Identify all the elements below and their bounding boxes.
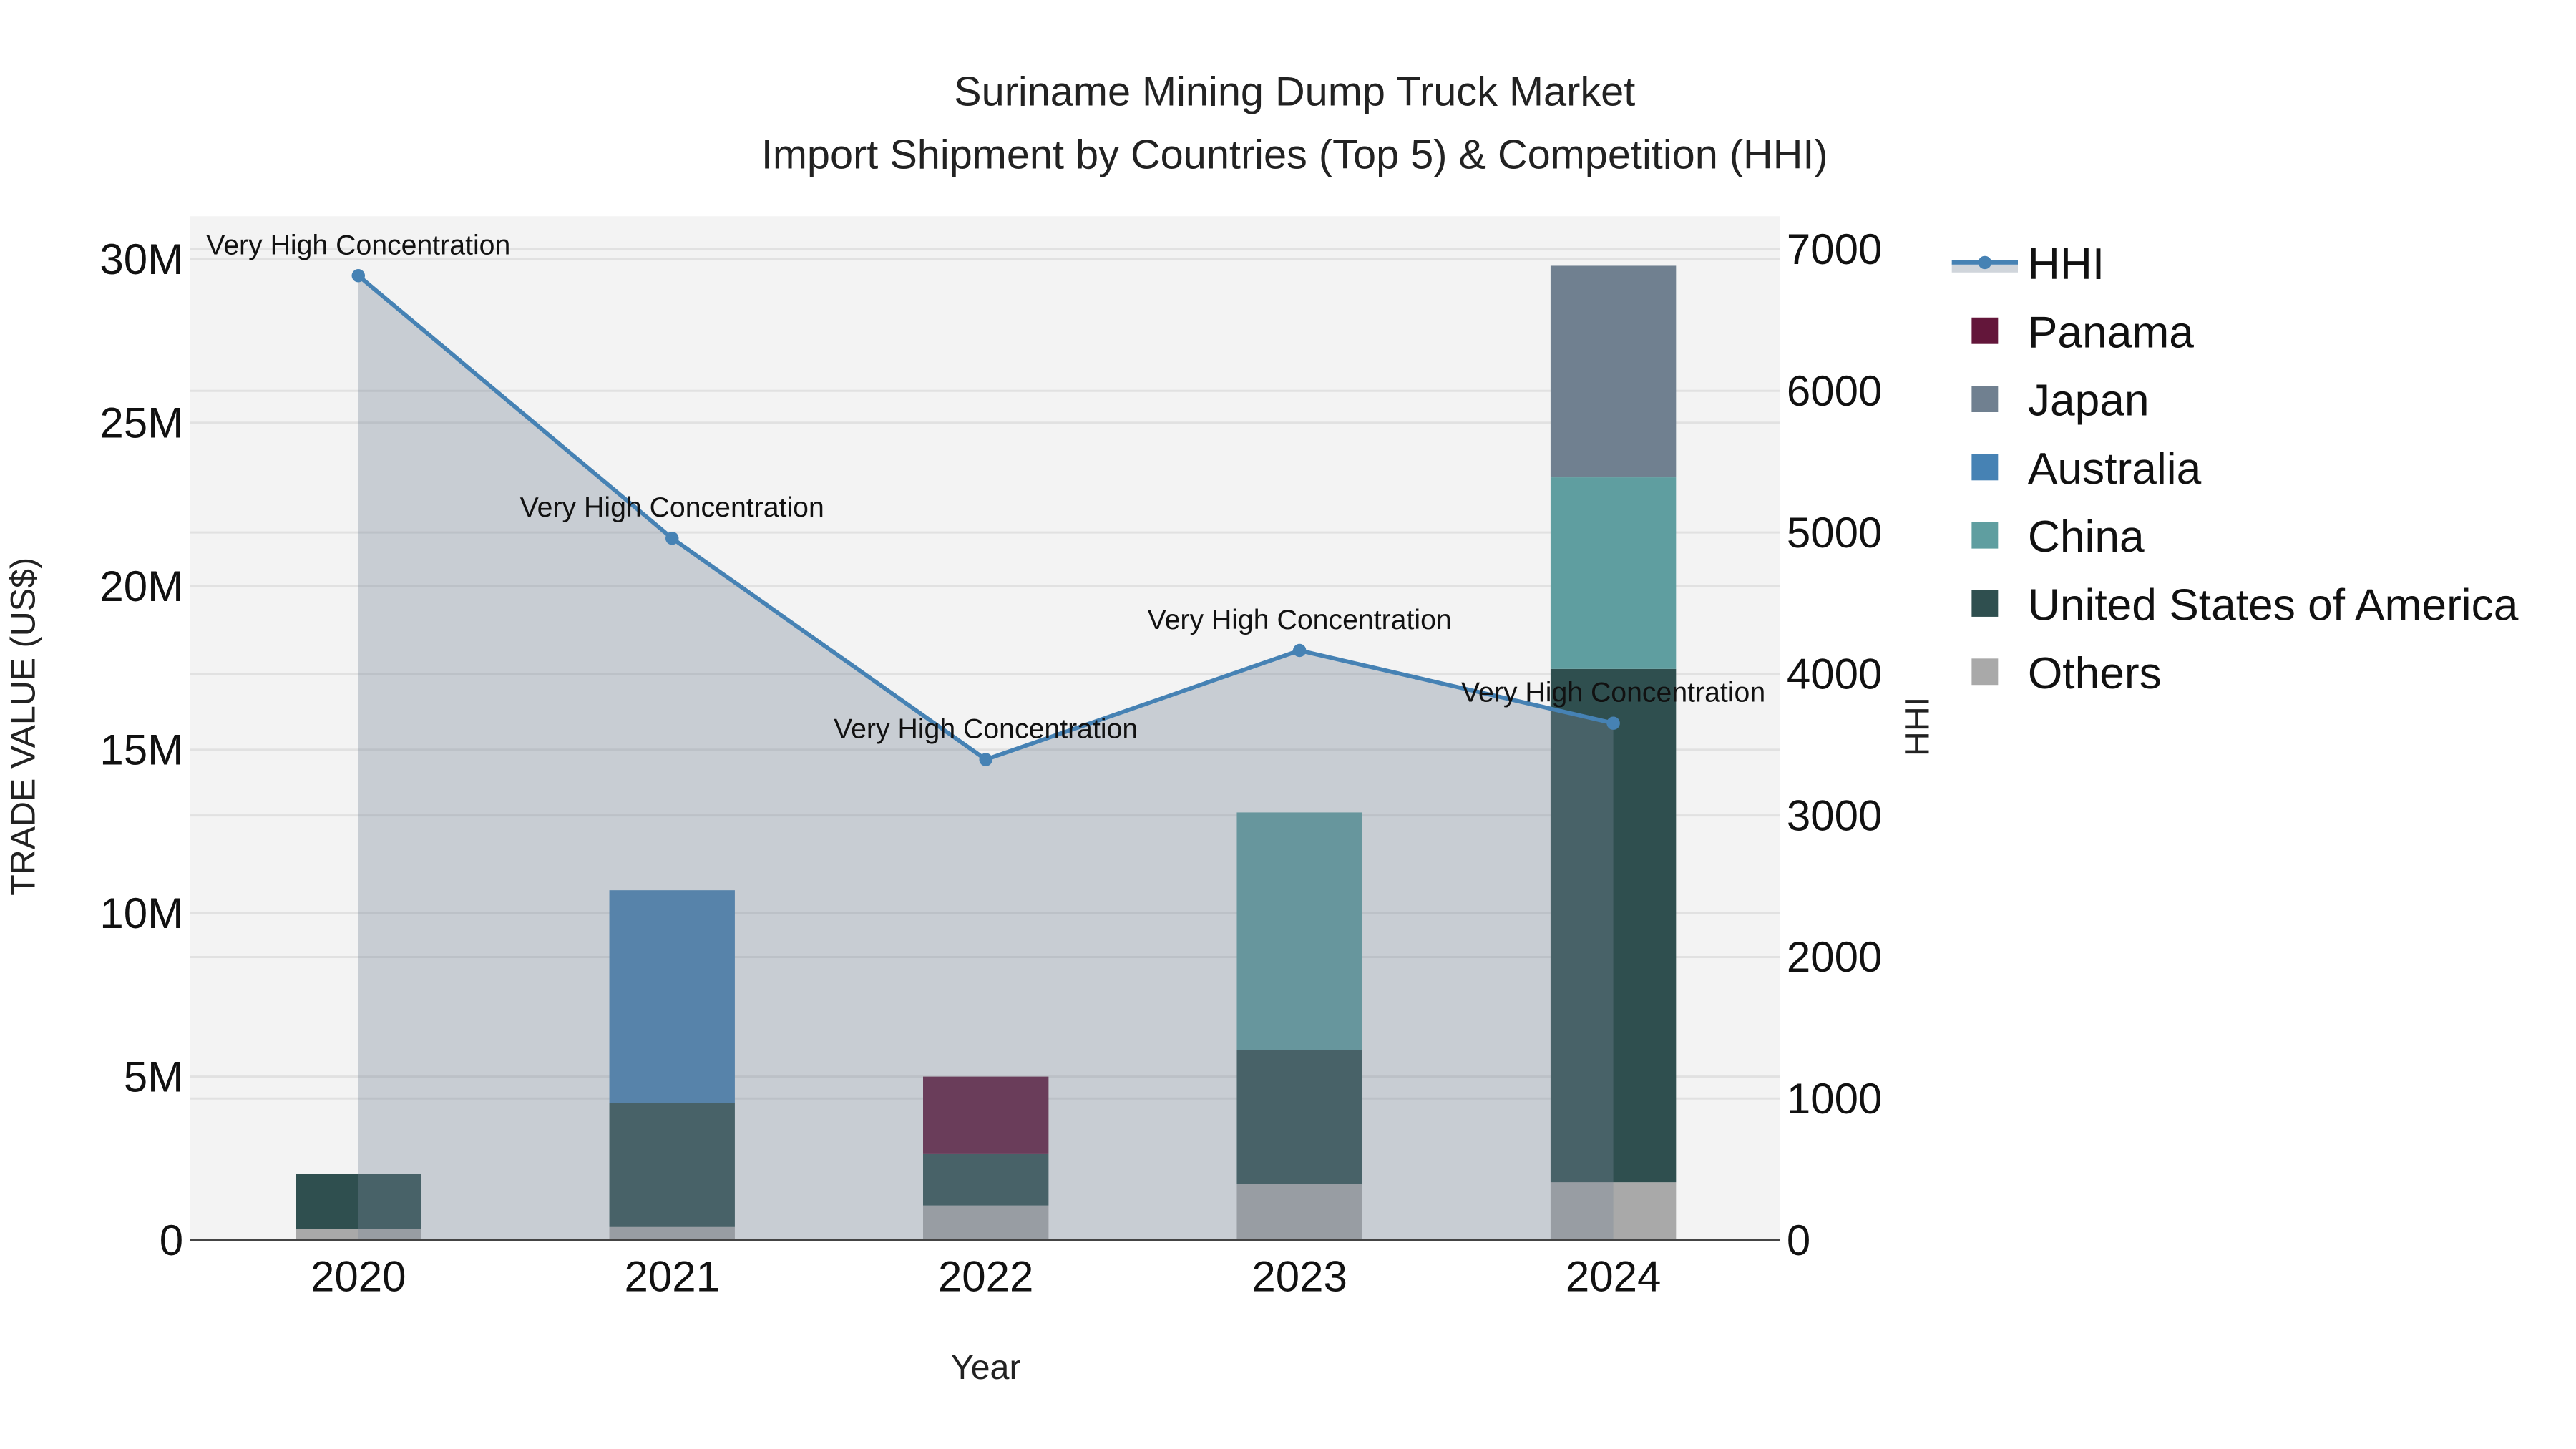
hhi-annotation: Very High Concentration xyxy=(1461,677,1765,708)
x-axis-ticks: 2020 2021 2022 2023 2024 xyxy=(311,1253,1661,1301)
chart-title: Suriname Mining Dump Truck Market xyxy=(954,69,1635,115)
legend-label: Panama xyxy=(2028,308,2194,357)
y-tick-label: 25M xyxy=(99,399,183,447)
hhi-point-2020 xyxy=(351,269,365,283)
hhi-annotation: Very High Concentration xyxy=(520,492,824,523)
legend-hhi-marker xyxy=(1978,255,1992,270)
y-tick-label: 20M xyxy=(99,562,183,610)
bar-china-2024 xyxy=(1550,477,1677,669)
x-tick-label: 2021 xyxy=(624,1253,719,1301)
legend-swatch-china xyxy=(1971,522,1999,549)
y-tick-label: 30M xyxy=(99,235,183,283)
legend-swatch-others xyxy=(1971,658,1999,686)
hhi-annotation: Very High Concentration xyxy=(1148,604,1452,635)
hhi-annotation: Very High Concentration xyxy=(206,229,510,260)
y-axis-title: TRADE VALUE (US$) xyxy=(4,557,42,896)
y-tick-label: 10M xyxy=(99,889,183,937)
legend-swatch-panama xyxy=(1971,317,1999,344)
y-tick-label: 5M xyxy=(124,1053,183,1101)
legend-label: China xyxy=(2028,512,2145,562)
bar-japan-2024 xyxy=(1550,265,1677,478)
y-tick-label: 0 xyxy=(160,1216,183,1264)
x-tick-label: 2023 xyxy=(1252,1253,1347,1301)
legend: HHI Panama Japan Australia China United State… xyxy=(1951,240,2519,698)
legend-swatch-australia xyxy=(1971,454,1999,481)
y2-tick-label: 7000 xyxy=(1787,225,1882,273)
x-tick-label: 2024 xyxy=(1566,1253,1661,1301)
y2-axis-ticks: 0 1000 2000 3000 4000 5000 6000 7000 xyxy=(1787,225,1882,1264)
chart-subtitle: Import Shipment by Countries (Top 5) & C… xyxy=(761,132,1828,177)
legend-label: United States of America xyxy=(2028,581,2519,630)
legend-label: Australia xyxy=(2028,444,2202,494)
y-tick-label: 15M xyxy=(99,726,183,774)
hhi-point-2022 xyxy=(979,753,992,766)
y2-tick-label: 6000 xyxy=(1787,367,1882,415)
chart: Very High Concentration Very High Concent… xyxy=(4,69,2519,1387)
y2-axis-title: HHI xyxy=(1898,697,1936,756)
x-tick-label: 2020 xyxy=(311,1253,406,1301)
y2-tick-label: 0 xyxy=(1787,1216,1810,1264)
x-tick-label: 2022 xyxy=(938,1253,1033,1301)
y-axis-ticks: 0 5M 10M 15M 20M 25M 30M xyxy=(99,235,183,1264)
legend-swatch-united-states-of-america xyxy=(1971,590,1999,617)
hhi-point-2023 xyxy=(1292,643,1307,658)
y2-tick-label: 1000 xyxy=(1787,1075,1882,1123)
y2-tick-label: 5000 xyxy=(1787,509,1882,557)
legend-swatch-japan xyxy=(1971,386,1999,412)
y2-tick-label: 2000 xyxy=(1787,933,1882,981)
legend-label: Japan xyxy=(2028,376,2150,426)
y2-tick-label: 3000 xyxy=(1787,791,1882,839)
hhi-annotation: Very High Concentration xyxy=(834,713,1138,745)
hhi-point-2021 xyxy=(665,531,679,545)
y2-tick-label: 4000 xyxy=(1787,650,1882,698)
legend-label: HHI xyxy=(2028,240,2104,289)
x-axis-title: Year xyxy=(951,1348,1021,1387)
hhi-point-2024 xyxy=(1606,716,1620,730)
legend-label: Others xyxy=(2028,649,2162,698)
